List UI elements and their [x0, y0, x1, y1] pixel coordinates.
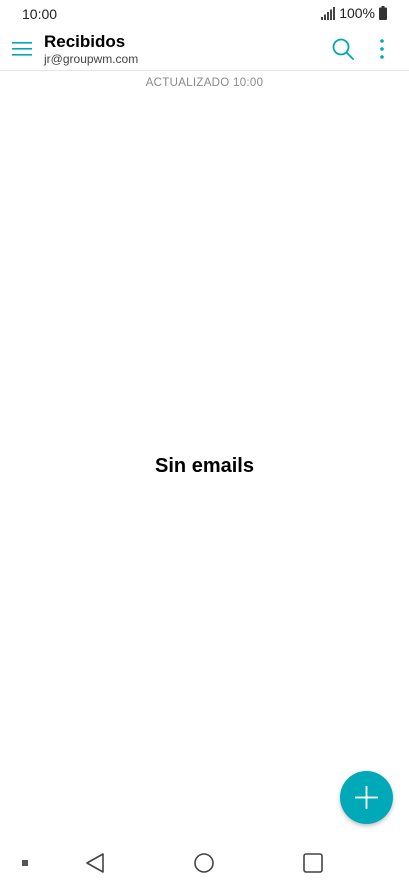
battery-percent: 100%: [339, 5, 375, 21]
recents-square-icon[interactable]: [302, 852, 324, 874]
empty-inbox-message: Sin emails: [155, 455, 254, 477]
hamburger-menu-icon[interactable]: [10, 38, 34, 58]
app-bar: Recibidos jr@groupwm.com: [0, 28, 409, 71]
compose-button[interactable]: [340, 771, 393, 824]
search-icon[interactable]: [332, 38, 354, 60]
status-bar: 10:00 100%: [0, 0, 409, 28]
more-vert-icon[interactable]: [374, 38, 390, 60]
page-title: Recibidos: [44, 32, 126, 51]
signal-icon: [321, 6, 336, 20]
account-email: jr@groupwm.com: [44, 52, 139, 66]
system-nav-bar: [0, 840, 409, 888]
status-indicators: 100%: [321, 5, 387, 21]
last-updated-label: ACTUALIZADO 10:00: [145, 77, 264, 89]
back-triangle-icon[interactable]: [84, 852, 106, 874]
plus-icon: [355, 786, 378, 809]
battery-icon: [379, 6, 387, 20]
home-circle-icon[interactable]: [193, 852, 215, 874]
status-time: 10:00: [22, 6, 58, 22]
mailbox-header: Recibidos jr@groupwm.com: [44, 32, 138, 66]
nav-indicator-icon: [22, 860, 28, 866]
